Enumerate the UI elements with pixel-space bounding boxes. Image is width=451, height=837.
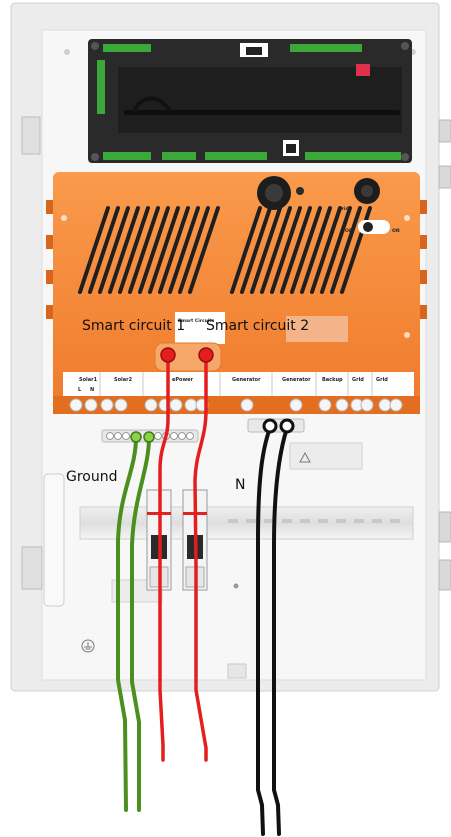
ground-terminal-1 xyxy=(130,431,142,443)
smart-circuit-2-label: Smart circuit 2 xyxy=(206,318,310,334)
terminal-label-generator-1: Generator xyxy=(232,377,261,383)
neutral-terminal-2 xyxy=(279,418,295,434)
switch-off-label: OFF xyxy=(345,228,355,234)
grid-port-label: Grid xyxy=(338,206,349,212)
terminal-label-grid-2: Grid xyxy=(376,377,388,383)
terminal-label-generator-2: Generator xyxy=(282,377,311,383)
terminal-label-solar2: Solar2 xyxy=(114,377,133,383)
panel-diagram: Solar1 Solar2 ePower Generator Generator… xyxy=(10,2,451,836)
switch-on-label: ON xyxy=(392,228,400,234)
smart-circuit-1-label: Smart circuit 1 xyxy=(82,318,186,334)
terminal-label-solar1: Solar1 xyxy=(79,377,98,383)
terminal-label-backup: Backup xyxy=(322,377,343,383)
control-module xyxy=(88,39,412,163)
terminal-label-n: N xyxy=(90,387,94,393)
terminal-label-epower: ePower xyxy=(172,377,194,383)
terminal-label-grid-1: Grid xyxy=(352,377,364,383)
neutral-terminal-1 xyxy=(262,418,278,434)
ground-label: Ground xyxy=(66,469,118,485)
neutral-label: N xyxy=(235,477,246,493)
din-rail xyxy=(79,506,414,540)
smart-circuit-1-terminal xyxy=(160,347,176,363)
ground-terminal-2 xyxy=(143,431,155,443)
smart-circuit-2-terminal xyxy=(198,347,214,363)
